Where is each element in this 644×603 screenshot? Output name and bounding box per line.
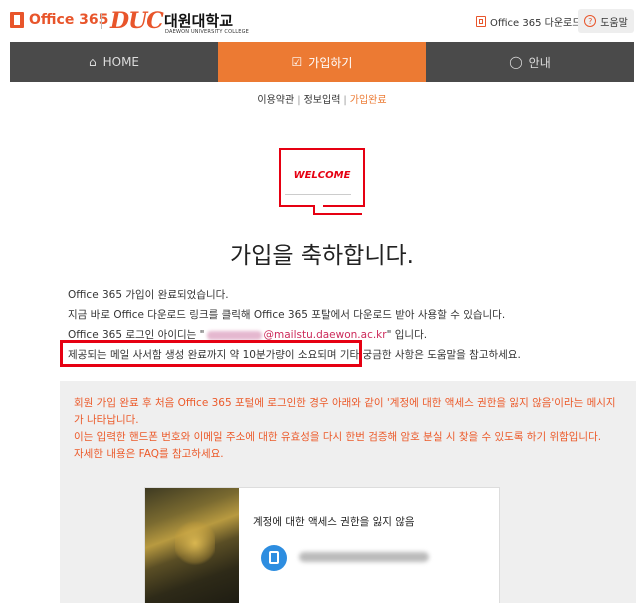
breadcrumb-terms: 이용약관 — [257, 95, 295, 106]
office-logo-icon — [10, 12, 24, 28]
account-email-redacted — [299, 552, 429, 562]
college-name-english: DAEWON UNIVERSITY COLLEGE — [165, 29, 250, 35]
office-download-label: Office 365 다운로드 — [490, 18, 582, 29]
breadcrumb-info: 정보입력 — [303, 95, 341, 106]
college-logo[interactable]: DUC 대원대학교 DAEWON UNIVERSITY COLLEGE — [110, 8, 249, 35]
office-download-link[interactable]: Office 365 다운로드 — [476, 14, 581, 29]
account-icon — [261, 545, 287, 571]
highlight-box — [60, 340, 362, 367]
checkbox-edit-icon: ☑ — [291, 55, 303, 69]
example-card-title: 계정에 대한 액세스 권한을 잃지 않음 — [253, 516, 415, 528]
home-icon: ⌂ — [88, 55, 97, 69]
nav-signup-label: 가입하기 — [308, 55, 353, 70]
info-panel: 회원 가입 완료 후 처음 Office 365 포털에 로그인한 경우 아래와… — [60, 381, 636, 603]
nav-signup[interactable]: ☑ 가입하기 — [218, 42, 426, 82]
welcome-sign-line — [285, 194, 351, 195]
login-id-suffix: " 입니다. — [386, 329, 428, 341]
college-name-korean: 대원대학교 — [164, 12, 234, 30]
help-button[interactable]: ? 도움말 — [578, 9, 634, 33]
breadcrumb-complete: 가입완료 — [349, 95, 387, 106]
page-title: 가입을 축하합니다. — [230, 243, 414, 269]
nav-home[interactable]: ⌂ HOME — [10, 42, 218, 82]
nav-home-label: HOME — [102, 55, 140, 69]
welcome-sign: WELCOME — [279, 148, 365, 207]
info-text: 회원 가입 완료 후 처음 Office 365 포털에 로그인한 경우 아래와… — [74, 395, 624, 463]
login-id-redacted — [206, 330, 262, 340]
chat-bubble-icon: ◯ — [509, 55, 523, 69]
college-logo-mark: DUC — [110, 8, 164, 34]
question-icon: ? — [584, 15, 597, 27]
nav-guide[interactable]: ◯ 안내 — [426, 42, 634, 82]
breadcrumb: 이용약관 | 정보입력 | 가입완료 — [0, 91, 644, 106]
nav-guide-label: 안내 — [528, 55, 551, 70]
breadcrumb-separator: | — [343, 95, 347, 106]
download-icon — [476, 16, 486, 27]
welcome-sign-text: WELCOME — [293, 170, 351, 181]
message-line-download: 지금 바로 Office 다운로드 링크를 클릭해 Office 365 포탈에… — [68, 309, 506, 321]
header: Office 365 DUC 대원대학교 DAEWON UNIVERSITY C… — [0, 0, 644, 44]
logo-divider — [101, 13, 102, 29]
office365-logo-text: Office 365 — [29, 12, 109, 28]
info-paragraph-verification: 이는 입력한 핸드폰 번호와 이메일 주소에 대한 유효성을 다시 한번 검증해… — [74, 431, 602, 443]
breadcrumb-separator: | — [297, 95, 301, 106]
info-paragraph-faq: 자세한 내용은 FAQ를 참고하세요. — [74, 448, 224, 460]
help-label: 도움말 — [600, 17, 628, 29]
info-paragraph-first-login: 회원 가입 완료 후 처음 Office 365 포털에 로그인한 경우 아래와… — [74, 397, 616, 426]
welcome-sign-tail-line — [322, 213, 362, 215]
example-photo — [145, 488, 239, 603]
message-line-complete: Office 365 가입이 완료되었습니다. — [68, 289, 229, 301]
office365-logo[interactable]: Office 365 — [10, 12, 108, 28]
main-nav: ⌂ HOME ☑ 가입하기 ◯ 안내 — [10, 42, 634, 82]
example-screenshot: 계정에 대한 액세스 권한을 잃지 않음 — [144, 487, 500, 603]
